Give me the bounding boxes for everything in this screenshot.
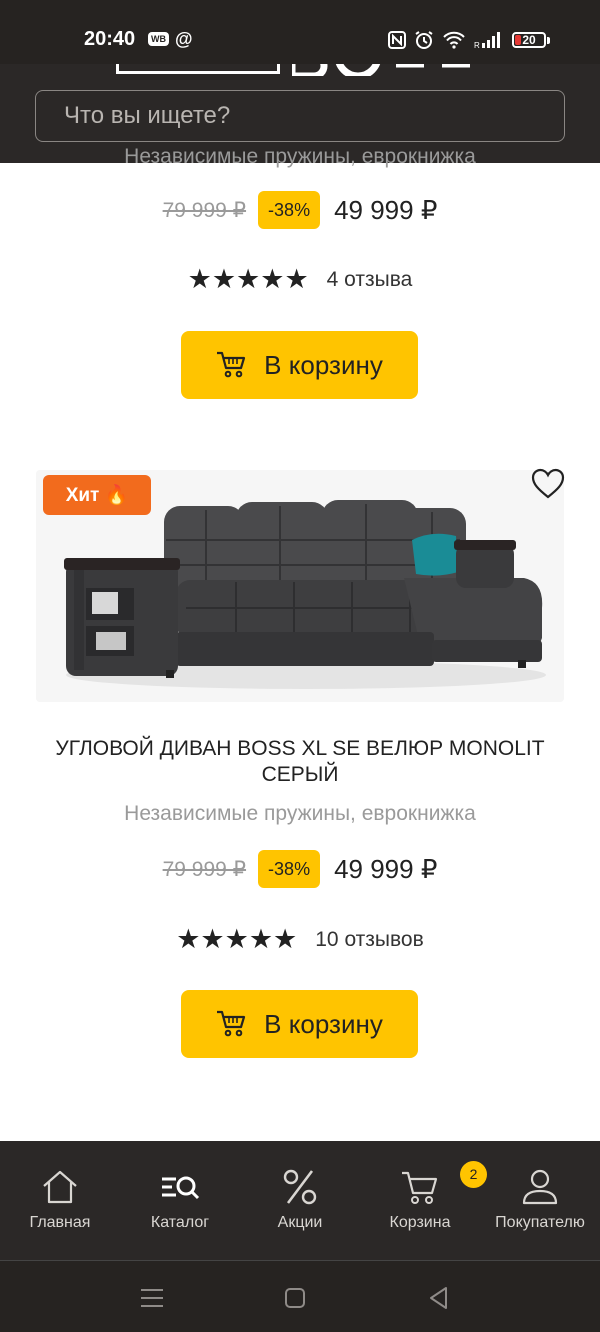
percent-icon xyxy=(283,1169,317,1205)
product-rating-row: ★★★★★ 10 отзывов xyxy=(0,924,600,955)
add-to-cart-button[interactable]: В корзину xyxy=(181,990,418,1058)
prev-price-row: 79 999 ₽ -38% 49 999 ₽ xyxy=(0,191,600,229)
product-description: Независимые пружины, еврокнижка xyxy=(124,802,476,825)
nfc-icon xyxy=(388,31,406,49)
hit-badge: Хит 🔥 xyxy=(43,475,151,515)
status-time: 20:40 xyxy=(84,28,136,50)
product-reviews-link[interactable]: 10 отзывов xyxy=(315,928,424,952)
wb-app-icon: WB xyxy=(148,32,169,46)
status-left-icons: WB @ xyxy=(148,30,193,48)
catalog-search-icon xyxy=(162,1176,200,1200)
home-square-icon[interactable] xyxy=(280,1283,310,1313)
prev-product-description: Независимые пружины, еврокнижка xyxy=(124,145,476,168)
prev-discount-badge: -38% xyxy=(258,191,321,229)
prev-old-price: 79 999 ₽ xyxy=(162,198,247,222)
alarm-icon xyxy=(415,31,433,49)
prev-price: 49 999 ₽ xyxy=(334,194,438,225)
nav-label-catalog: Каталог xyxy=(150,1214,210,1231)
status-bar: 20:40 WB @ R 20 xyxy=(0,0,600,64)
product-discount-badge: -38% xyxy=(258,850,321,888)
battery-text: 20 xyxy=(522,33,536,47)
at-icon: @ xyxy=(175,29,193,49)
cart-icon xyxy=(216,351,246,379)
nav-item-customer[interactable]: Покупателю xyxy=(480,1141,600,1260)
cart-icon xyxy=(216,1010,246,1038)
status-right-icons: R 20 xyxy=(388,30,550,50)
nav-label-customer: Покупателю xyxy=(495,1214,585,1231)
nav-item-home[interactable]: Главная xyxy=(0,1141,120,1260)
home-icon xyxy=(43,1170,77,1204)
nav-label-home: Главная xyxy=(29,1214,91,1231)
signal-icon: R xyxy=(474,32,500,49)
bottom-navigation: Главная Каталог Акции Корзина Покупателю xyxy=(0,1141,600,1261)
add-to-cart-label: В корзину xyxy=(264,1008,383,1039)
product-rating-stars: ★★★★★ xyxy=(176,924,298,954)
prev-add-to-cart-button[interactable]: В корзину xyxy=(181,331,418,399)
nav-item-promotions[interactable]: Акции xyxy=(240,1141,360,1260)
back-icon[interactable] xyxy=(424,1283,454,1313)
logo-frame xyxy=(116,64,280,74)
prev-reviews-link[interactable]: 4 отзыва xyxy=(327,268,413,292)
user-icon xyxy=(522,1169,558,1205)
heart-icon[interactable] xyxy=(530,466,566,502)
product-title[interactable]: УГЛОВОЙ ДИВАН BOSS XL SE ВЕЛЮР MONOLIT С… xyxy=(36,736,564,788)
product-price-row: 79 999 ₽ -38% 49 999 ₽ xyxy=(0,850,600,888)
battery-icon: 20 xyxy=(512,32,550,48)
product-old-price: 79 999 ₽ xyxy=(162,857,247,881)
wifi-icon xyxy=(443,31,465,49)
prev-add-to-cart-label: В корзину xyxy=(264,349,383,380)
logo xyxy=(288,64,472,89)
nav-label-cart: Корзина xyxy=(389,1214,451,1231)
nav-item-cart[interactable]: Корзина xyxy=(360,1141,480,1260)
nav-label-promotions: Акции xyxy=(277,1214,323,1231)
search-input[interactable] xyxy=(35,90,565,142)
nav-item-catalog[interactable]: Каталог xyxy=(120,1141,240,1260)
product-price: 49 999 ₽ xyxy=(334,853,438,884)
system-navigation-bar xyxy=(0,1261,600,1332)
cart-icon xyxy=(402,1171,438,1204)
prev-rating-row: ★★★★★ 4 отзыва xyxy=(0,264,600,295)
menu-icon[interactable] xyxy=(137,1283,167,1313)
svg-text:R: R xyxy=(474,41,480,49)
prev-rating-stars: ★★★★★ xyxy=(187,264,309,294)
cart-count-badge: 2 xyxy=(460,1161,487,1188)
